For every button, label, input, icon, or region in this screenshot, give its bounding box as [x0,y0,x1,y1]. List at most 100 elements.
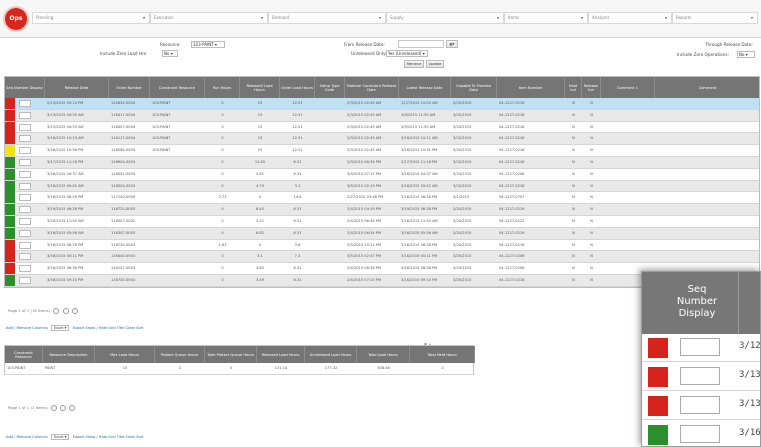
table-row[interactable]: 3/20/2015 11:50 AM 116407-0002 0 3.21 6.31 2/… [5,216,759,228]
resource-select[interactable]: 103-PAINT ▾ [191,41,225,48]
table-row[interactable]: 3/16/2015 05:11 PM 116440-0003 0 3.1 7.3 3/5/… [5,251,759,264]
seq-number-input[interactable] [19,265,31,273]
column-header[interactable]: Order Load Hours [280,77,315,98]
summary-column-header[interactable]: Total Protect Queue Hours [205,346,257,363]
seq-number-input[interactable] [19,218,31,225]
seq-number-input[interactable] [19,182,31,190]
zero-operations-select[interactable]: No ▾ [737,51,755,58]
seq-number-input[interactable] [19,277,31,284]
show-hide-grid-title-link[interactable]: Show / Hide Grid Title [86,435,125,439]
column-header[interactable]: Comment [655,77,759,98]
cell-mat: 2/3/2015 02:45 AM [347,148,382,153]
nav-reports-dropdown[interactable]: Reports ▾ [672,12,758,24]
next-page-icon[interactable] [69,405,76,411]
export-link[interactable]: Export [73,435,85,439]
column-header[interactable]: Capable To Promise Date [451,77,497,98]
seq-number-input[interactable] [19,111,31,119]
summary-column-header[interactable]: Max Load Hours [95,346,155,363]
page-number-icon[interactable] [62,308,69,314]
column-header[interactable]: Constraint Resource [150,77,205,98]
pager-text: Page 1 of 1 (16 Items) [8,308,51,313]
show-hide-grid-title-link[interactable]: Show / Hide Grid Title [86,326,125,330]
cell-constraint [150,157,205,168]
cell-order: 116440-0003 [111,254,136,259]
column-header[interactable]: Item Number [497,77,565,98]
nav-supply-dropdown[interactable]: Supply ▾ [386,12,504,24]
zero-load-select[interactable]: No ▾ [162,50,178,57]
table-row[interactable]: 3/16/2015 09:42 AM 116504-0003 0 4.79 3.1 3/5… [5,180,759,193]
column-header[interactable]: Latest Release Date [399,77,451,98]
column-header[interactable]: Release Ind [582,77,601,98]
table-row[interactable]: 3/16/2015 10:58 PM 116584-0003 103-PAINT 0 1… [5,145,759,157]
cell-load: 7.3 [294,254,301,259]
table-row[interactable]: 3/16/2015 06:28 PM 116730-0003 1.63 0 3.6 2/5… [5,239,759,252]
update-button[interactable]: Update [426,60,444,68]
seq-number-input[interactable] [19,159,31,166]
from-release-date-input[interactable] [398,40,444,48]
export-link[interactable]: Export [73,326,85,330]
table-row[interactable]: 3/16/2015 05:56 AM 116307-0003 0 6.82 6.31 2/… [5,227,759,240]
nav-analyzer-dropdown[interactable]: Analyzer ▾ [588,12,672,24]
seq-number-input[interactable] [19,170,31,178]
summary-column-header[interactable]: Protect Queue Hours [155,346,205,363]
previous-page-icon[interactable] [53,308,60,314]
cell-item: 04-1227-0206 [499,171,525,176]
nav-demand-dropdown[interactable]: Demand ▾ [268,12,386,24]
table-row[interactable]: 2/13/2015 09:14 PM 115854-0004 103-PAINT 0 1… [5,98,759,110]
nav-items-dropdown[interactable]: Items ▾ [504,12,588,24]
export-format-select[interactable]: Excel ▾ [50,325,70,331]
add-remove-columns-link[interactable]: Add / Remove Columns [6,435,48,439]
previous-page-icon[interactable] [50,405,57,411]
summary-column-header[interactable]: Resource Description [43,346,95,363]
cell-order: 116730-0003 [111,242,136,247]
clear-sort-link[interactable]: Clear Sort [126,435,144,439]
column-header[interactable]: Release Date [45,77,109,98]
add-remove-columns-link[interactable]: Add / Remove Columns [6,326,48,330]
summary-column-header[interactable]: Released Load Hours [257,346,305,363]
seq-number-input[interactable] [680,396,720,414]
cell-item: 04-1227-0222 [499,219,525,223]
nav-execution-dropdown[interactable]: Execution ▾ [150,12,268,24]
summary-column-header[interactable]: Unreleased Load Hours [305,346,357,363]
clear-sort-link[interactable]: Clear Sort [126,326,144,330]
seq-number-input[interactable] [19,123,31,131]
seq-number-input[interactable] [19,206,31,214]
column-header[interactable]: Hold Ind [565,77,582,98]
column-header[interactable]: Order Number [109,77,150,98]
app-logo[interactable]: Ops [5,8,27,30]
summary-column-header[interactable]: Total Held Hours [410,346,475,363]
summary-table-row[interactable]: 103-PAINT PAINT 15 2 5 131.14 177.32 308.46 0 [5,363,475,375]
next-page-icon[interactable] [71,308,78,314]
nav-planning-dropdown[interactable]: Planning ▾ [32,12,150,24]
seq-number-input[interactable] [680,338,720,356]
seq-number-input[interactable] [19,194,31,202]
calendar-icon[interactable]: ▦▾ [446,40,458,48]
table-row[interactable]: 3/16/2015 06:26 PM 117140-0009 2.73 0 14.4 2/… [5,192,759,205]
seq-number-input[interactable] [19,229,31,237]
column-header[interactable]: Setup Type Code [315,77,345,98]
table-row[interactable]: 3/19/2015 06:28 PM 116720-0003 0 6.45 6.31 2/… [5,204,759,216]
seq-number-input[interactable] [19,147,31,155]
table-row[interactable]: 3/13/2015 04:53 AM 116407-0004 103-PAINT 0 1… [5,121,759,134]
table-row[interactable]: 3/13/2015 04:35 AM 116417-0004 103-PAINT 0 1… [5,109,759,122]
seq-number-input[interactable] [680,425,720,443]
page-number-icon[interactable] [60,405,67,411]
column-header[interactable]: Comment 1 [601,77,655,98]
seq-number-input[interactable] [19,241,31,249]
summary-column-header[interactable]: Constraint Resource [5,346,43,363]
column-header[interactable]: Seq Number Display [5,77,45,98]
seq-number-input[interactable] [19,100,31,107]
table-row[interactable]: 3/16/2015 10:13 AM 116117-0004 103-PAINT 0 1… [5,133,759,146]
table-row[interactable]: 3/17/2015 11:18 PM 116604-0003 0 12.85 6.31 2… [5,157,759,169]
column-header[interactable]: Material Constraint Release Date [345,77,399,98]
summary-column-header[interactable]: Total Load Hours [357,346,410,363]
column-header[interactable]: Run Hours [205,77,240,98]
column-header[interactable]: Released Load Hours [240,77,280,98]
seq-number-input[interactable] [19,253,31,261]
table-row[interactable]: 3/16/2015 04:37 AM 116091-0003 0 3.81 6.31 3/… [5,168,759,181]
seq-number-input[interactable] [19,135,31,143]
export-format-select[interactable]: Excel ▾ [50,434,70,440]
unreleased-only-select[interactable]: Yes (Unreleased) ▾ [386,50,428,57]
retrieve-button[interactable]: Retrieve [404,60,424,68]
seq-number-input[interactable] [680,367,720,385]
